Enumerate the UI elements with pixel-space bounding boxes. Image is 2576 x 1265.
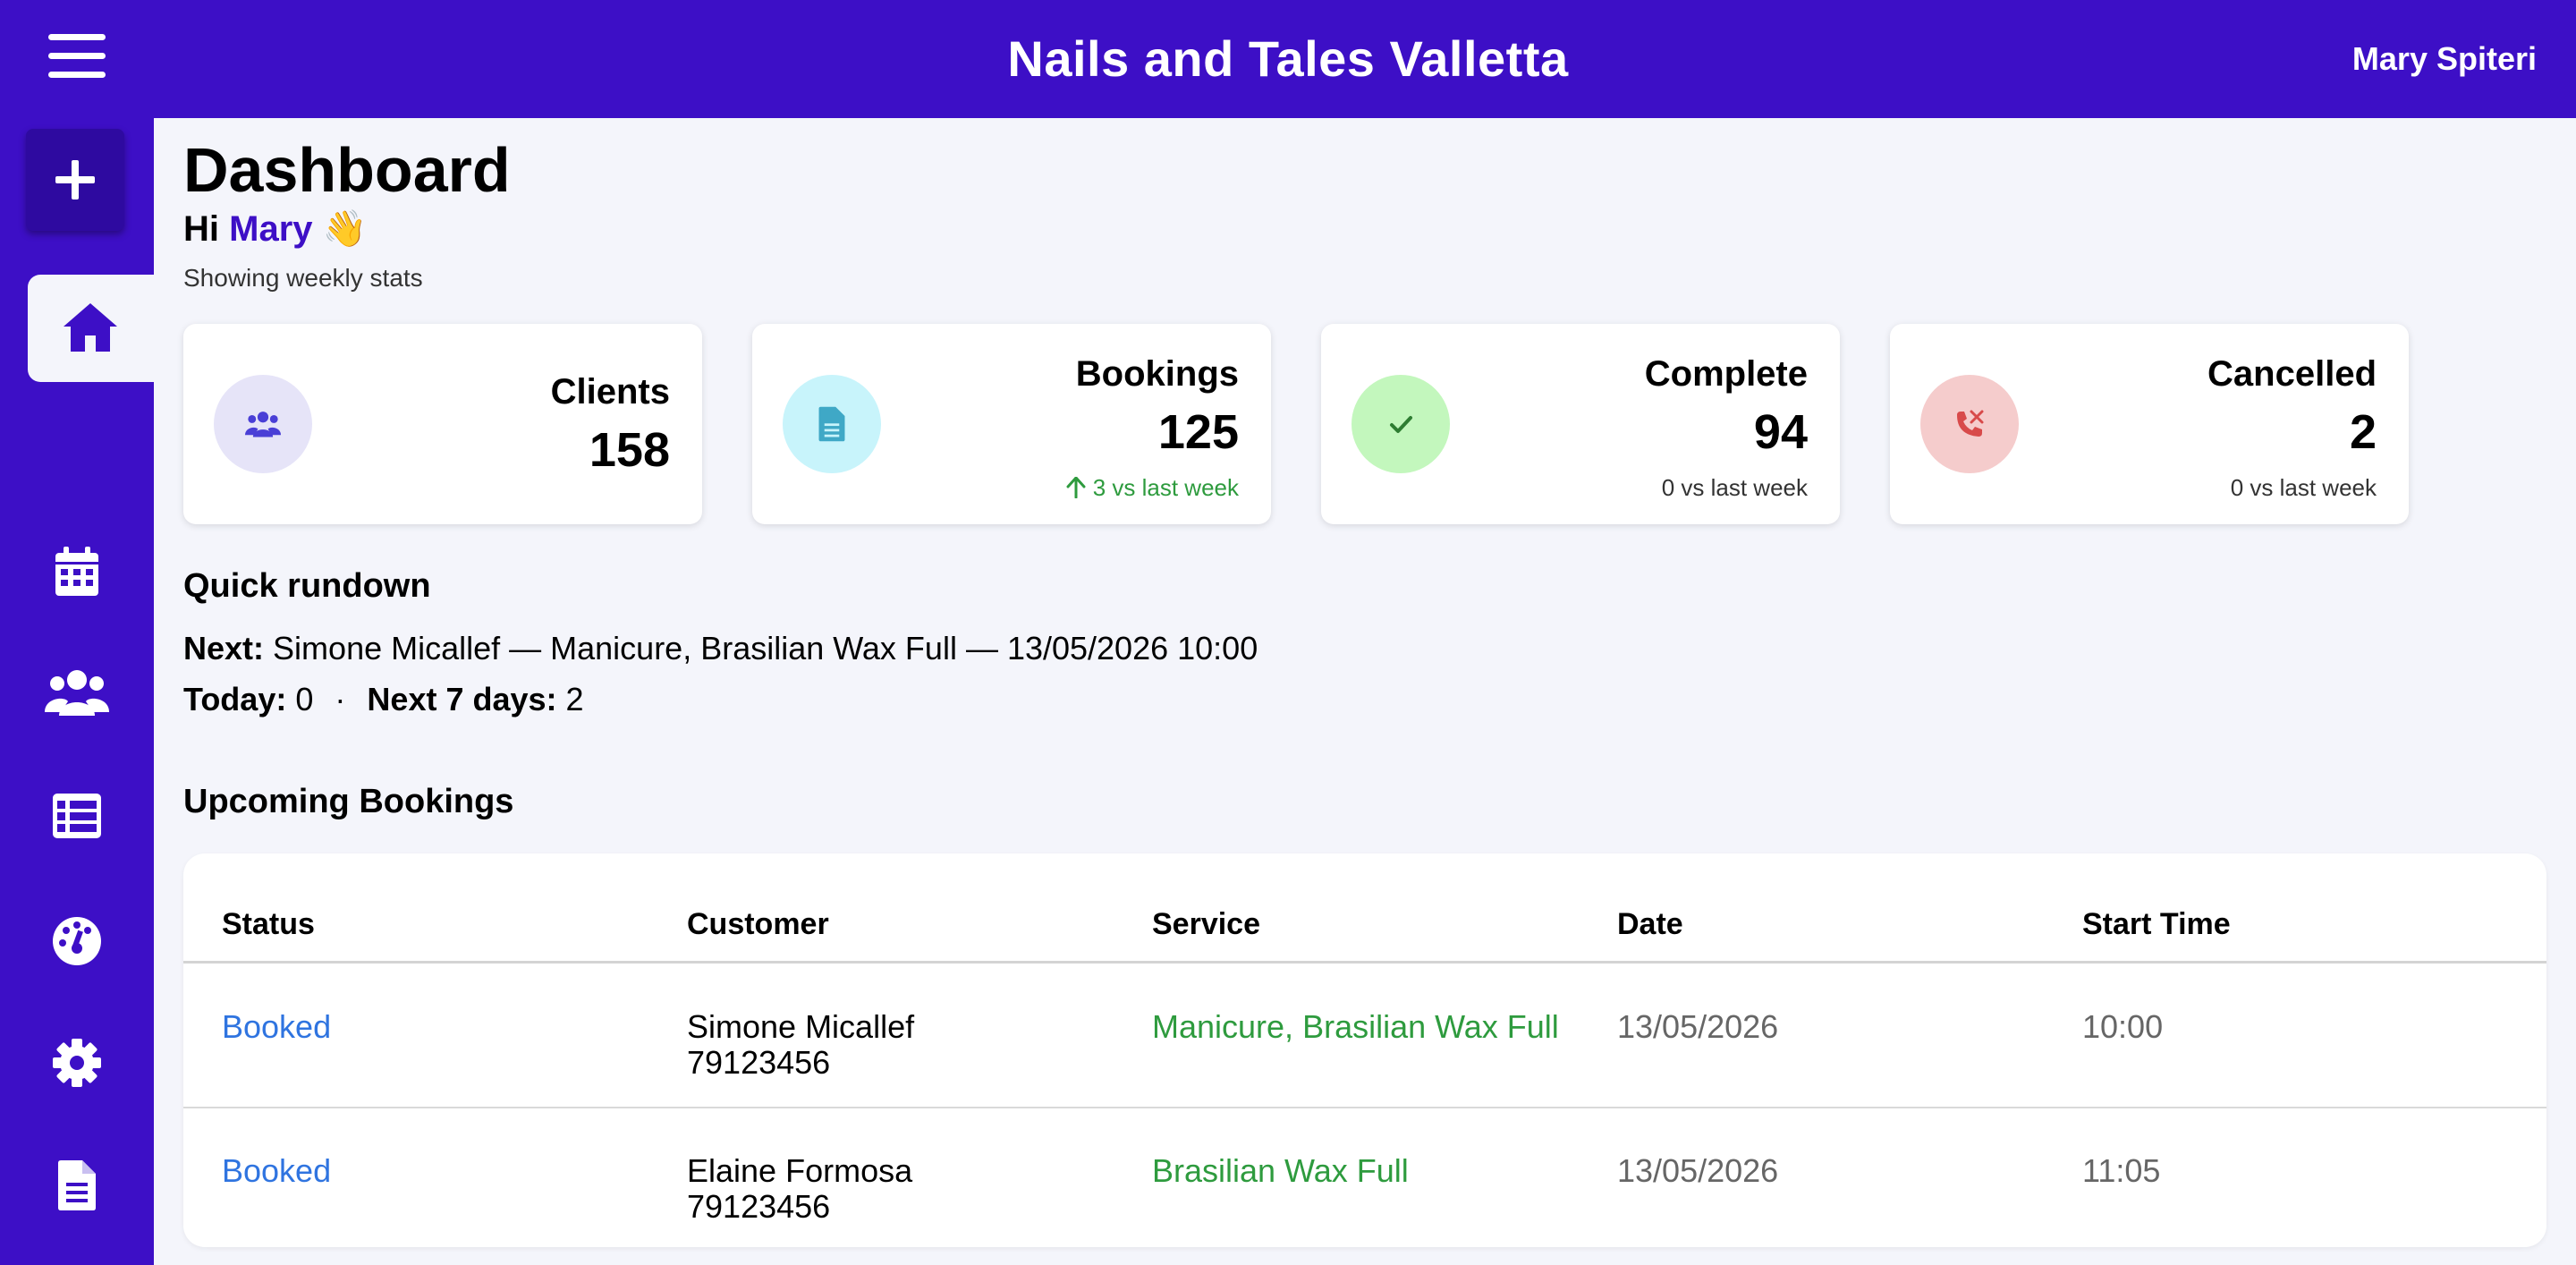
- next-label: Next:: [183, 630, 265, 666]
- stat-label: Cancelled: [2207, 354, 2377, 394]
- today-label: Today:: [183, 681, 287, 717]
- list-icon: [53, 794, 101, 838]
- next-7-days-label: Next 7 days:: [367, 681, 557, 717]
- row-divider: [183, 1107, 2546, 1108]
- customer-name: Elaine Formosa: [687, 1152, 913, 1189]
- column-header-service[interactable]: Service: [1152, 907, 1260, 942]
- sidebar-item-clients[interactable]: [0, 639, 154, 746]
- upcoming-bookings-table: Status Customer Service Date Start Time …: [183, 853, 2546, 1247]
- sidebar-item-home[interactable]: [28, 275, 154, 382]
- stat-icon-cancelled: [1920, 375, 2019, 473]
- app-title: Nails and Tales Valletta: [1007, 30, 1569, 87]
- stat-value: 2: [2349, 405, 2377, 459]
- booking-counts-line: Today: 0 · Next 7 days: 2: [183, 681, 584, 718]
- wave-icon: 👋: [322, 209, 368, 249]
- service-name: Brasilian Wax Full: [1152, 1152, 1409, 1189]
- stat-icon-complete: [1352, 375, 1450, 473]
- sidebar-item-bookings-list[interactable]: [0, 764, 154, 871]
- stat-trend: 3 vs last week: [1066, 474, 1239, 502]
- arrow-up-icon: [1066, 476, 1086, 499]
- sidebar-item-services[interactable]: [0, 887, 154, 995]
- next-booking-value: Simone Micallef — Manicure, Brasilian Wa…: [273, 630, 1258, 666]
- stat-card-cancelled: Cancelled 2 0 vs last week: [1890, 324, 2409, 524]
- plus-icon: [55, 160, 95, 200]
- page-title: Dashboard: [183, 135, 511, 205]
- user-name[interactable]: Mary Spiteri: [2352, 0, 2537, 118]
- column-header-start-time[interactable]: Start Time: [2082, 907, 2231, 942]
- quick-rundown-title: Quick rundown: [183, 567, 431, 605]
- customer-name: Simone Micallef: [687, 1008, 915, 1045]
- stat-label: Complete: [1644, 354, 1808, 394]
- stat-icon-clients: [214, 375, 312, 473]
- stat-value: 125: [1157, 405, 1239, 459]
- customer-phone: 79123456: [687, 1044, 831, 1081]
- main-content: Dashboard Hi Mary 👋 Showing weekly stats…: [154, 118, 2576, 1265]
- home-icon: [64, 303, 117, 352]
- upcoming-bookings-title: Upcoming Bookings: [183, 783, 514, 820]
- stat-card-bookings: Bookings 125 3 vs last week: [752, 324, 1271, 524]
- status-link[interactable]: Booked: [222, 1008, 331, 1046]
- phone-cancel-icon: [1957, 410, 1984, 437]
- next-booking-line: Next: Simone Micallef — Manicure, Brasil…: [183, 630, 1258, 667]
- status-link[interactable]: Booked: [222, 1152, 331, 1190]
- sidebar-item-settings[interactable]: [0, 1011, 154, 1118]
- booking-date: 13/05/2026: [1617, 1008, 1779, 1045]
- top-bar: Nails and Tales Valletta Mary Spiteri: [0, 0, 2576, 118]
- users-icon: [45, 670, 109, 716]
- stat-card-clients: Clients 158: [183, 324, 702, 524]
- booking-date: 13/05/2026: [1617, 1152, 1779, 1189]
- stat-icon-bookings: [783, 375, 881, 473]
- column-header-customer[interactable]: Customer: [687, 907, 829, 942]
- stat-value: 94: [1753, 405, 1808, 459]
- sidebar-item-calendar[interactable]: [0, 519, 154, 626]
- stat-trend: 0 vs last week: [1661, 474, 1808, 501]
- column-header-status[interactable]: Status: [222, 907, 315, 942]
- greeting-user-name: Mary: [229, 209, 313, 249]
- service-name: Manicure, Brasilian Wax Full: [1152, 1008, 1559, 1045]
- header-divider: [183, 961, 2546, 964]
- stat-trend-text: 3 vs last week: [1092, 474, 1239, 501]
- check-icon: [1390, 416, 1412, 433]
- users-icon: [245, 412, 281, 437]
- greeting: Hi Mary 👋: [183, 208, 367, 250]
- calendar-icon: [55, 547, 98, 596]
- stat-value: 158: [589, 423, 670, 477]
- palette-icon: [53, 917, 101, 965]
- column-header-date[interactable]: Date: [1617, 907, 1683, 942]
- document-icon: [818, 406, 845, 442]
- add-booking-button[interactable]: [26, 129, 124, 231]
- stat-label: Bookings: [1075, 354, 1239, 394]
- gear-icon: [53, 1039, 101, 1087]
- separator: ·: [335, 681, 346, 717]
- document-icon: [58, 1160, 96, 1210]
- stat-card-complete: Complete 94 0 vs last week: [1321, 324, 1840, 524]
- customer-phone: 79123456: [687, 1188, 831, 1225]
- booking-start-time: 11:05: [2082, 1152, 2161, 1189]
- sidebar-item-reports[interactable]: [0, 1133, 154, 1240]
- stat-label: Clients: [550, 372, 670, 412]
- stat-trend: 0 vs last week: [2230, 474, 2377, 501]
- next-7-days-value: 2: [565, 681, 584, 717]
- stats-period-text: Showing weekly stats: [183, 264, 423, 292]
- booking-start-time: 10:00: [2082, 1008, 2164, 1045]
- today-value: 0: [295, 681, 314, 717]
- sidebar: [0, 118, 154, 1265]
- greeting-prefix: Hi: [183, 209, 219, 249]
